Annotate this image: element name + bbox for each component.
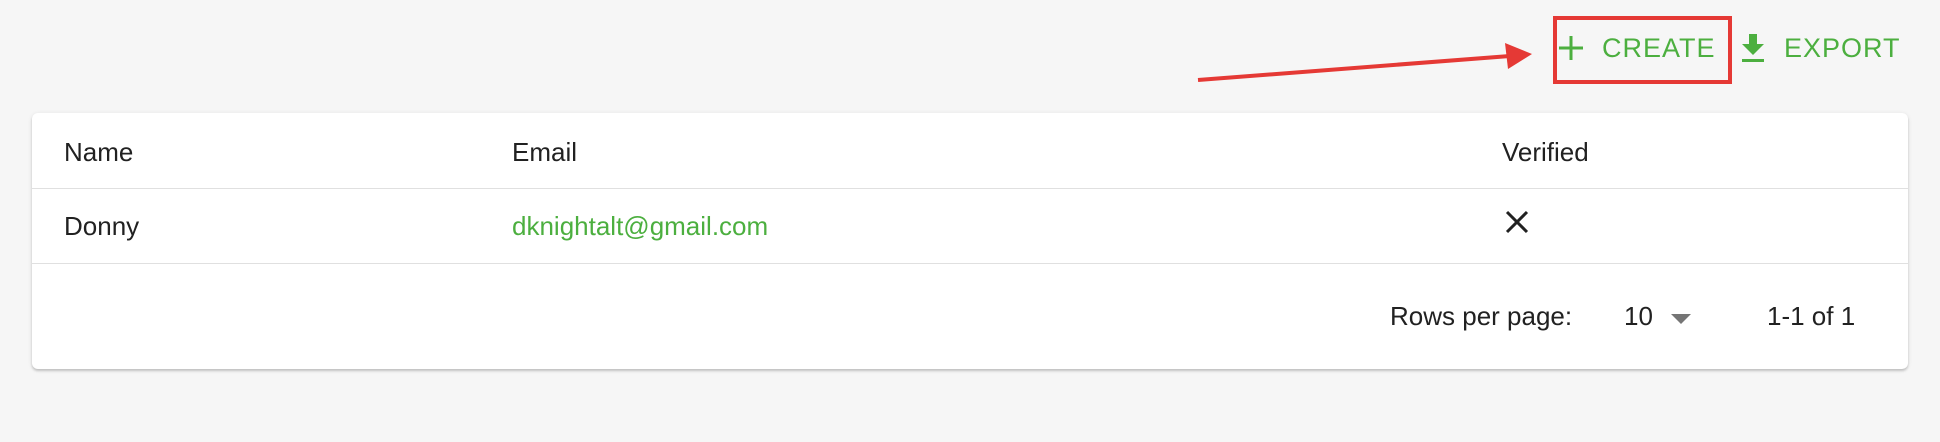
cell-email-link[interactable]: dknightalt@gmail.com [512, 211, 768, 241]
rows-per-page-select[interactable]: 10 [1624, 296, 1691, 336]
create-button-label: CREATE [1602, 32, 1716, 63]
table-card: Name Email Verified Donny dknightalt@gma… [32, 113, 1908, 369]
pagination-bar: Rows per page: 10 1-1 of 1 [32, 264, 1908, 369]
download-icon [1740, 33, 1766, 63]
list-page: CREATE EXPORT Name Email Verified Donny … [0, 0, 1940, 442]
column-header-name[interactable]: Name [64, 137, 133, 167]
rows-per-page-label: Rows per page: [1390, 301, 1573, 331]
table-header-row: Name Email Verified [32, 113, 1908, 189]
table-row[interactable]: Donny dknightalt@gmail.com [32, 189, 1908, 264]
close-icon [1502, 207, 1532, 243]
column-header-email[interactable]: Email [512, 137, 577, 167]
export-button-label: EXPORT [1784, 32, 1901, 63]
page-range-text: 1-1 of 1 [1767, 301, 1856, 331]
cell-name: Donny [64, 211, 140, 241]
create-button[interactable]: CREATE [1558, 26, 1716, 70]
plus-icon [1558, 35, 1584, 61]
rows-per-page-value: 10 [1624, 300, 1653, 331]
export-button[interactable]: EXPORT [1740, 26, 1901, 70]
caret-down-icon [1670, 301, 1691, 332]
column-header-verified[interactable]: Verified [1502, 137, 1589, 167]
